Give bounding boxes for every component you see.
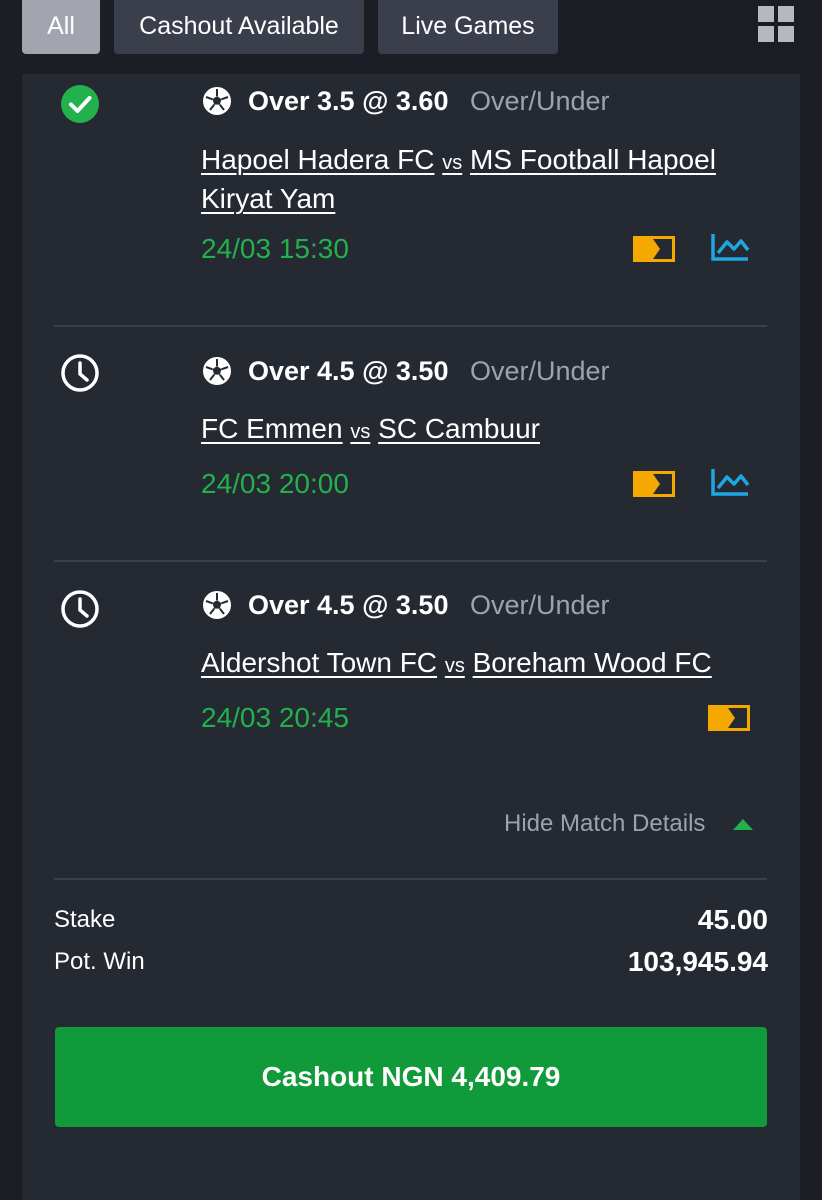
tab-cashout-available[interactable]: Cashout Available xyxy=(114,0,364,54)
hide-match-details-toggle[interactable]: Hide Match Details xyxy=(504,810,705,838)
cashout-button[interactable]: Cashout NGN 4,409.79 xyxy=(55,1027,767,1127)
match-time: 24/03 15:30 xyxy=(201,233,349,264)
bet-selection: Over 4.5 @ 3.50 Over/Under Aldershot Tow… xyxy=(22,562,800,782)
match-teams-link[interactable]: Aldershot Town FC vs Boreham Wood FC xyxy=(201,645,761,684)
bet-pick: Over 4.5 @ 3.50 xyxy=(248,590,449,620)
away-team[interactable]: Boreham Wood FC xyxy=(473,647,712,678)
match-teams-link[interactable]: Hapoel Hadera FC vs MS Football Hapoel K… xyxy=(201,142,761,216)
soccer-ball-icon xyxy=(203,357,231,385)
clock-icon xyxy=(61,354,99,392)
match-time: 24/03 20:45 xyxy=(201,702,349,733)
bet-selection: Over 3.5 @ 3.60 Over/Under Hapoel Hadera… xyxy=(22,74,800,326)
stats-chart-icon[interactable] xyxy=(710,467,750,497)
home-team[interactable]: FC Emmen xyxy=(201,413,343,444)
bet-pick: Over 3.5 @ 3.60 xyxy=(248,86,449,116)
match-teams-link[interactable]: FC Emmen vs SC Cambuur xyxy=(201,411,761,450)
bet-market: Over/Under xyxy=(470,590,610,620)
soccer-ball-icon xyxy=(203,591,231,619)
bet-pick: Over 4.5 @ 3.50 xyxy=(248,356,449,386)
tab-live-games[interactable]: Live Games xyxy=(378,0,558,54)
stake-value: 45.00 xyxy=(697,904,768,935)
filter-bar: All Cashout Available Live Games xyxy=(0,0,822,74)
live-tv-icon[interactable] xyxy=(633,236,675,262)
vs-label: vs xyxy=(442,152,463,174)
check-circle-icon xyxy=(61,85,99,123)
bet-selection: Over 4.5 @ 3.50 Over/Under FC Emmen vs S… xyxy=(22,326,800,560)
pot-win-value: 103,945.94 xyxy=(627,946,768,977)
away-team[interactable]: SC Cambuur xyxy=(378,413,540,444)
caret-up-icon[interactable] xyxy=(733,819,753,830)
home-team[interactable]: Hapoel Hadera FC xyxy=(201,144,434,175)
home-team[interactable]: Aldershot Town FC xyxy=(201,647,437,678)
tab-all[interactable]: All xyxy=(22,0,100,54)
bet-market: Over/Under xyxy=(470,356,610,386)
bet-slip-panel: Over 3.5 @ 3.60 Over/Under Hapoel Hadera… xyxy=(22,74,800,1200)
stats-chart-icon[interactable] xyxy=(710,232,750,262)
live-tv-icon[interactable] xyxy=(633,471,675,497)
stake-label: Stake xyxy=(54,906,116,933)
bet-market: Over/Under xyxy=(470,86,610,116)
soccer-ball-icon xyxy=(203,87,231,115)
pot-win-label: Pot. Win xyxy=(54,948,145,975)
vs-label: vs xyxy=(444,655,465,677)
clock-icon xyxy=(61,590,99,628)
vs-label: vs xyxy=(350,421,371,443)
divider xyxy=(54,878,767,880)
match-time: 24/03 20:00 xyxy=(201,468,349,499)
live-tv-icon[interactable] xyxy=(708,705,750,731)
grid-icon[interactable] xyxy=(758,6,796,44)
